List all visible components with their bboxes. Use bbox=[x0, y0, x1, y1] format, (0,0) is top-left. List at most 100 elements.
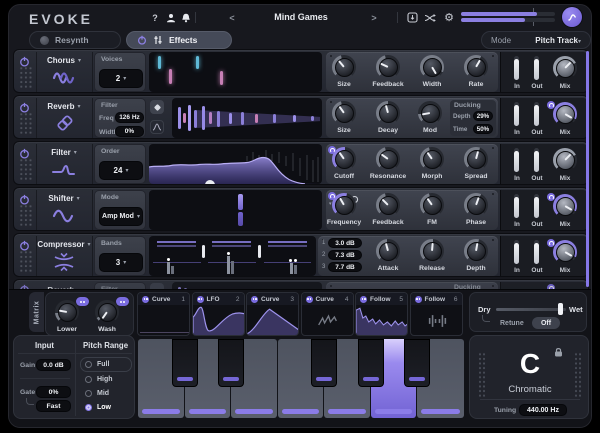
gate-value[interactable]: 0% bbox=[36, 386, 71, 398]
filter-label: Filter bbox=[101, 102, 118, 109]
radio-full[interactable] bbox=[85, 361, 92, 368]
modulator-cell-5[interactable]: Follow 5 bbox=[355, 292, 408, 336]
band1-value[interactable]: 3.0 dB bbox=[328, 238, 362, 248]
size-knob[interactable] bbox=[332, 55, 356, 79]
radio-high[interactable] bbox=[85, 376, 92, 383]
freq-value[interactable]: 126 Hz bbox=[115, 112, 144, 123]
account-icon[interactable] bbox=[164, 11, 178, 24]
drag-handle[interactable] bbox=[19, 112, 33, 136]
modulator-cell-3[interactable]: Curve 3 bbox=[246, 292, 299, 336]
effects-scrollbar[interactable] bbox=[586, 51, 589, 287]
limiter-curve-button[interactable] bbox=[562, 7, 582, 27]
dry-wet-slider-handle[interactable] bbox=[558, 303, 563, 315]
feedback-knob[interactable] bbox=[376, 55, 400, 79]
bell-curve-button[interactable] bbox=[150, 120, 164, 134]
mode-dropdown[interactable]: Amp Mod bbox=[99, 207, 143, 226]
dry-wet-slider-track[interactable] bbox=[496, 308, 566, 311]
effect-type-dropdown[interactable]: Shifter bbox=[38, 192, 90, 204]
effect-type-dropdown[interactable]: Chorus bbox=[38, 54, 90, 66]
voices-dropdown[interactable]: 2 bbox=[99, 69, 143, 88]
mod-connect-icon[interactable] bbox=[142, 296, 149, 303]
pitch-range-title: Pitch Range bbox=[75, 341, 136, 350]
spread-knob[interactable] bbox=[464, 147, 488, 171]
decay-knob[interactable] bbox=[376, 101, 400, 125]
release-knob[interactable] bbox=[420, 239, 444, 263]
size-knob[interactable] bbox=[332, 101, 356, 125]
depth-value[interactable]: 29% bbox=[473, 111, 493, 121]
band2-value[interactable]: 7.3 dB bbox=[328, 250, 362, 260]
key-Dsharp[interactable] bbox=[218, 339, 244, 387]
drag-handle[interactable] bbox=[19, 204, 33, 228]
gate-speed-button[interactable]: Fast bbox=[36, 400, 71, 412]
gain-value[interactable]: 0.0 dB bbox=[36, 359, 71, 371]
key-Gsharp[interactable] bbox=[358, 339, 384, 387]
prev-preset-button[interactable]: < bbox=[225, 11, 239, 24]
band3-value[interactable]: 7.7 dB bbox=[328, 262, 362, 272]
notifications-bell-icon[interactable] bbox=[179, 11, 193, 24]
scale-mode[interactable]: Chromatic bbox=[470, 384, 590, 395]
modulator-cell-2[interactable]: LFO 2 bbox=[192, 292, 245, 336]
settings-gear-icon[interactable]: ⚙ bbox=[442, 11, 456, 24]
modulator-cell-6[interactable]: Follow 6 bbox=[410, 292, 463, 336]
width-value[interactable]: 0% bbox=[115, 126, 144, 137]
next-preset-button[interactable]: > bbox=[367, 11, 381, 24]
mode-dropdown[interactable]: Mode Pitch Track bbox=[481, 31, 591, 49]
rate-knob[interactable] bbox=[464, 55, 488, 79]
mod-knob[interactable] bbox=[418, 101, 442, 125]
tuning-value[interactable]: 440.00 Hz bbox=[519, 404, 567, 416]
in-label: In bbox=[514, 175, 520, 182]
frequency-knob[interactable] bbox=[332, 193, 356, 217]
band2-num: 2 bbox=[322, 252, 325, 258]
mod-connect-icon[interactable] bbox=[251, 296, 258, 303]
depth-knob[interactable] bbox=[464, 239, 488, 263]
tab-resynth[interactable]: Resynth bbox=[29, 31, 121, 49]
retune-toggle[interactable]: Off bbox=[532, 317, 560, 329]
help-icon[interactable]: ? bbox=[148, 11, 162, 24]
mod-connect-icon[interactable] bbox=[197, 296, 204, 303]
tab-effects[interactable]: Effects bbox=[126, 31, 232, 49]
drag-handle[interactable] bbox=[19, 158, 33, 182]
mod-connect-icon[interactable] bbox=[360, 296, 367, 303]
mix-knob[interactable] bbox=[553, 148, 577, 172]
feedback-knob[interactable] bbox=[376, 193, 400, 217]
time-value[interactable]: 50% bbox=[473, 124, 493, 134]
morph-knob[interactable] bbox=[420, 147, 444, 171]
key-Asharp[interactable] bbox=[404, 339, 430, 387]
macro-panel: Lower Wash bbox=[45, 292, 134, 336]
fm-knob[interactable] bbox=[420, 193, 444, 217]
save-icon[interactable] bbox=[405, 11, 419, 24]
radio-low[interactable] bbox=[85, 404, 92, 411]
knob-label: Size bbox=[337, 127, 351, 134]
effect-type-dropdown[interactable]: Compressor bbox=[36, 238, 92, 250]
mix-knob[interactable] bbox=[553, 56, 577, 80]
tag-mode-button[interactable] bbox=[150, 100, 164, 114]
modulator-cell-1[interactable]: Curve 1 bbox=[137, 292, 190, 336]
drag-handle[interactable] bbox=[19, 250, 33, 274]
effect-row-compressor: Compressor Bands 3 bbox=[13, 233, 589, 277]
mod-connect-icon[interactable] bbox=[306, 296, 313, 303]
order-dropdown[interactable]: 24 bbox=[99, 161, 143, 180]
filter-panel: Filter Freq 126 Hz Width 0% bbox=[94, 98, 146, 138]
mix-knob[interactable] bbox=[553, 102, 577, 126]
attack-knob[interactable] bbox=[376, 239, 400, 263]
modulator-cell-4[interactable]: Curve 4 bbox=[301, 292, 354, 336]
width-knob[interactable] bbox=[420, 55, 444, 79]
root-note[interactable]: C bbox=[470, 348, 590, 380]
mod-connect-icon[interactable] bbox=[415, 296, 422, 303]
key-Csharp[interactable] bbox=[172, 339, 198, 387]
randomize-icon[interactable] bbox=[423, 11, 437, 24]
radio-mid[interactable] bbox=[85, 390, 92, 397]
mix-knob[interactable] bbox=[553, 194, 577, 218]
wash-knob[interactable] bbox=[95, 300, 119, 324]
drag-handle[interactable] bbox=[19, 66, 33, 90]
lower-knob[interactable] bbox=[55, 300, 79, 324]
mix-knob[interactable] bbox=[553, 240, 577, 264]
bands-dropdown[interactable]: 3 bbox=[99, 253, 143, 272]
cutoff-knob[interactable] bbox=[332, 147, 356, 171]
key-Fsharp[interactable] bbox=[311, 339, 337, 387]
phase-knob[interactable] bbox=[464, 193, 488, 217]
effect-type-dropdown[interactable]: Reverb bbox=[38, 100, 90, 112]
matrix-tab[interactable]: Matrix bbox=[29, 292, 44, 332]
effect-type-dropdown[interactable]: Filter bbox=[38, 146, 90, 158]
resonance-knob[interactable] bbox=[376, 147, 400, 171]
